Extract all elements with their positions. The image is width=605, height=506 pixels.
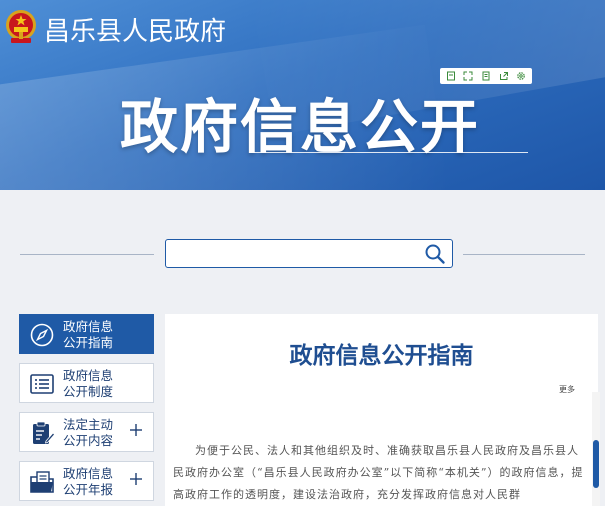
page-title: 政府信息公开指南	[289, 343, 474, 369]
article-body: 为便于公民、法人和其他组织及时、准确获取昌乐县人民政府及昌乐县人民政府办公室（“…	[173, 444, 584, 501]
sidebar-item-active-disclosure[interactable]: 法定主动 公开内容	[19, 412, 154, 452]
expand-plus-icon[interactable]	[129, 423, 143, 437]
national-emblem-icon	[6, 10, 36, 43]
main-content: 政府信息公开指南 更多 为便于公民、法人和其他组织及时、准确获取昌乐县人民政府及…	[165, 314, 598, 506]
share-icon[interactable]	[498, 70, 510, 82]
folder-document-icon	[30, 471, 54, 493]
sidebar-item-system[interactable]: 政府信息 公开制度	[19, 363, 154, 403]
sidebar-item-guide[interactable]: 政府信息 公开指南	[19, 314, 154, 354]
sidebar-item-label: 政府信息 公开年报	[63, 466, 114, 497]
search-input[interactable]	[172, 243, 422, 265]
divider	[463, 254, 585, 255]
more-link[interactable]: 更多	[559, 384, 575, 395]
expand-plus-icon[interactable]	[129, 472, 143, 486]
scrollbar-thumb[interactable]	[593, 440, 599, 488]
clipboard-edit-icon	[33, 421, 55, 444]
sidebar-item-annual-report[interactable]: 政府信息 公开年报	[19, 461, 154, 501]
search-icon[interactable]	[424, 243, 446, 265]
print-icon[interactable]	[480, 70, 492, 82]
sidebar-nav: 政府信息 公开指南 政府信息 公开制度 法定主动 公开内容 政府信息 公开年报	[19, 314, 154, 506]
compass-icon	[30, 323, 54, 347]
search-box	[165, 239, 453, 268]
list-document-icon	[30, 374, 54, 394]
sidebar-item-label: 法定主动 公开内容	[63, 417, 114, 448]
settings-icon[interactable]	[515, 70, 527, 82]
sidebar-item-label: 政府信息 公开指南	[63, 319, 114, 350]
site-title[interactable]: 昌乐县人民政府	[44, 11, 226, 48]
divider	[20, 254, 154, 255]
sidebar-item-label: 政府信息 公开制度	[63, 368, 114, 399]
header-banner: 昌乐县人民政府 政府信息公开	[0, 0, 605, 190]
banner-underline	[252, 152, 528, 153]
